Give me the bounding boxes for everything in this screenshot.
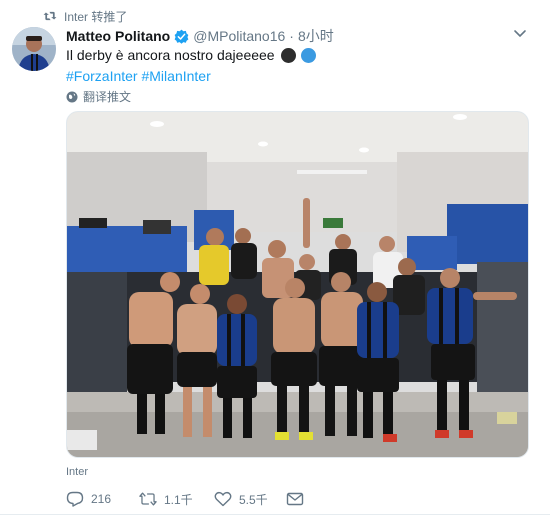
tweet-body: Il derby è ancora nostro dajeeeee bbox=[66, 47, 275, 63]
retweet-context[interactable]: Inter 转推了 bbox=[43, 8, 127, 24]
retweet-count: 1.1千 bbox=[164, 492, 193, 507]
author-handle[interactable]: @MPolitano16 bbox=[193, 28, 285, 44]
source-label: Inter bbox=[66, 466, 89, 478]
verified-badge-icon bbox=[174, 29, 189, 44]
chevron-down-icon[interactable] bbox=[513, 28, 527, 40]
tweet-text: Il derby è ancora nostro dajeeeee #Forza… bbox=[66, 46, 526, 86]
tweet-card[interactable]: Inter 转推了 Matteo Politano @MPolitano16 ·… bbox=[0, 0, 550, 515]
tweet-timestamp[interactable]: 8小时 bbox=[298, 26, 334, 46]
black-circle-emoji bbox=[280, 48, 296, 63]
reply-count: 216 bbox=[91, 492, 112, 506]
reply-icon bbox=[66, 491, 84, 507]
envelope-icon bbox=[286, 492, 304, 506]
like-button[interactable]: 5.5千 bbox=[214, 490, 268, 508]
avatar[interactable] bbox=[12, 27, 56, 71]
like-count: 5.5千 bbox=[239, 492, 268, 507]
retweet-label: Inter 转推了 bbox=[64, 9, 128, 24]
author-name[interactable]: Matteo Politano bbox=[66, 28, 170, 44]
retweet-icon bbox=[139, 492, 157, 506]
globe-icon bbox=[66, 91, 78, 102]
locker-room-photo bbox=[67, 112, 528, 457]
hashtag-link[interactable]: #MilanInter bbox=[141, 68, 210, 84]
direct-message-button[interactable] bbox=[286, 490, 304, 508]
retweet-icon bbox=[43, 11, 57, 21]
reply-button[interactable]: 216 bbox=[66, 490, 111, 508]
blue-circle-emoji bbox=[300, 48, 316, 63]
tweet-photo[interactable] bbox=[66, 111, 529, 458]
tweet-header: Matteo Politano @MPolitano16 · 8小时 bbox=[66, 26, 334, 46]
translate-tweet-link[interactable]: 翻译推文 bbox=[66, 88, 131, 105]
translate-label: 翻译推文 bbox=[83, 90, 132, 104]
retweet-button[interactable]: 1.1千 bbox=[139, 490, 193, 508]
hashtag-link[interactable]: #ForzaInter bbox=[66, 68, 138, 84]
separator-dot: · bbox=[289, 28, 294, 44]
tweet-actions: 216 1.1千 5.5千 bbox=[66, 490, 526, 510]
heart-icon bbox=[214, 491, 232, 507]
